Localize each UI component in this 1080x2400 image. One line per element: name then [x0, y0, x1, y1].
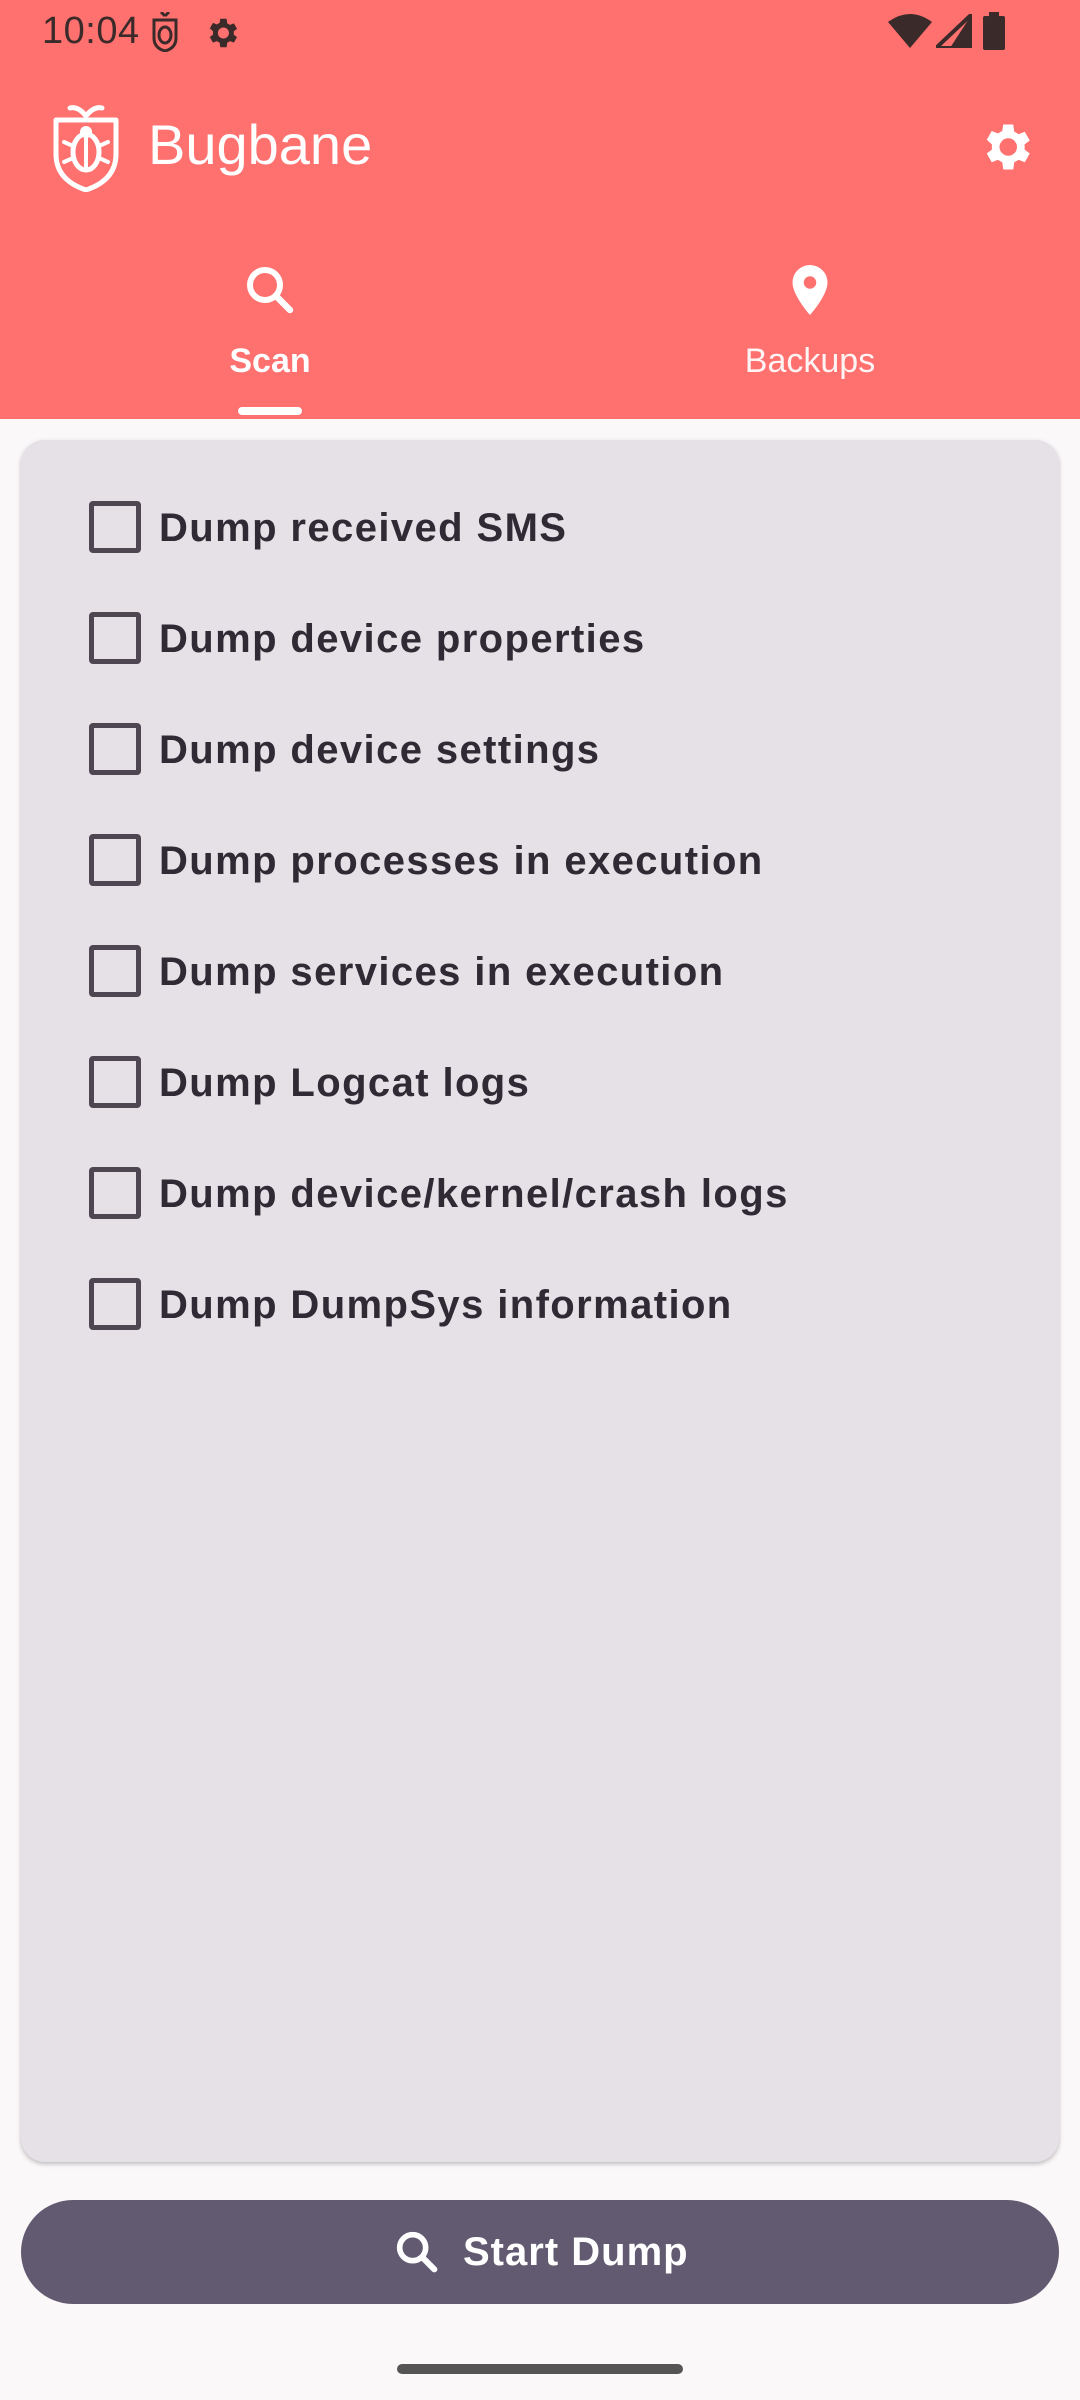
tab-backups-label: Backups	[744, 342, 876, 380]
start-dump-label: Start Dump	[463, 2230, 689, 2274]
option-device-settings[interactable]: Dump device settings	[67, 708, 1007, 788]
tab-scan[interactable]: Scan	[0, 232, 540, 419]
option-label: Dump device properties	[159, 617, 646, 661]
checkbox[interactable]	[89, 1056, 141, 1108]
checkbox[interactable]	[89, 723, 141, 775]
status-time: 10:04	[42, 10, 140, 52]
option-received-sms[interactable]: Dump received SMS	[67, 486, 1007, 566]
option-label: Dump device settings	[159, 728, 601, 772]
option-label: Dump services in execution	[159, 950, 725, 994]
search-icon	[396, 2231, 438, 2273]
settings-notification-icon	[209, 18, 238, 48]
start-dump-button[interactable]: Start Dump	[21, 2200, 1059, 2304]
option-label: Dump DumpSys information	[159, 1283, 733, 1327]
tab-scan-label: Scan	[229, 342, 311, 380]
option-label: Dump received SMS	[159, 506, 568, 550]
location-pin-icon	[792, 265, 828, 315]
tab-backups[interactable]: Backups	[540, 232, 1080, 419]
bug-shield-logo-icon	[53, 105, 119, 192]
app-bar: Bugbane	[0, 62, 1080, 232]
wifi-icon	[888, 14, 932, 48]
checkbox[interactable]	[89, 945, 141, 997]
checkbox[interactable]	[89, 501, 141, 553]
option-label: Dump Logcat logs	[159, 1061, 531, 1105]
option-dumpsys[interactable]: Dump DumpSys information	[67, 1263, 1007, 1343]
checkbox[interactable]	[89, 1278, 141, 1330]
dump-options-card: Dump received SMS Dump device properties…	[21, 440, 1059, 2162]
app-title: Bugbane	[148, 113, 373, 176]
selected-tab-indicator	[238, 407, 302, 415]
option-label: Dump device/kernel/crash logs	[159, 1172, 789, 1216]
header: 10:04 Bugbane Scan Backups	[0, 0, 1080, 419]
checkbox[interactable]	[89, 834, 141, 886]
signal-icon	[936, 14, 972, 48]
option-processes[interactable]: Dump processes in execution	[67, 819, 1007, 899]
battery-icon	[983, 12, 1005, 50]
search-icon	[247, 267, 294, 314]
checkbox[interactable]	[89, 1167, 141, 1219]
status-bar: 10:04	[0, 0, 1080, 62]
option-crash-logs[interactable]: Dump device/kernel/crash logs	[67, 1152, 1007, 1232]
option-services[interactable]: Dump services in execution	[67, 930, 1007, 1010]
option-label: Dump processes in execution	[159, 839, 764, 883]
app-screen: 10:04 Bugbane Scan Backups Dump received…	[0, 0, 1080, 2400]
checkbox[interactable]	[89, 612, 141, 664]
bug-notification-icon	[152, 12, 178, 52]
tab-bar: Scan Backups	[0, 232, 1080, 419]
settings-gear-icon[interactable]	[976, 117, 1036, 177]
option-device-properties[interactable]: Dump device properties	[67, 597, 1007, 677]
option-logcat-logs[interactable]: Dump Logcat logs	[67, 1041, 1007, 1121]
gesture-navigation-bar[interactable]	[397, 2364, 683, 2374]
